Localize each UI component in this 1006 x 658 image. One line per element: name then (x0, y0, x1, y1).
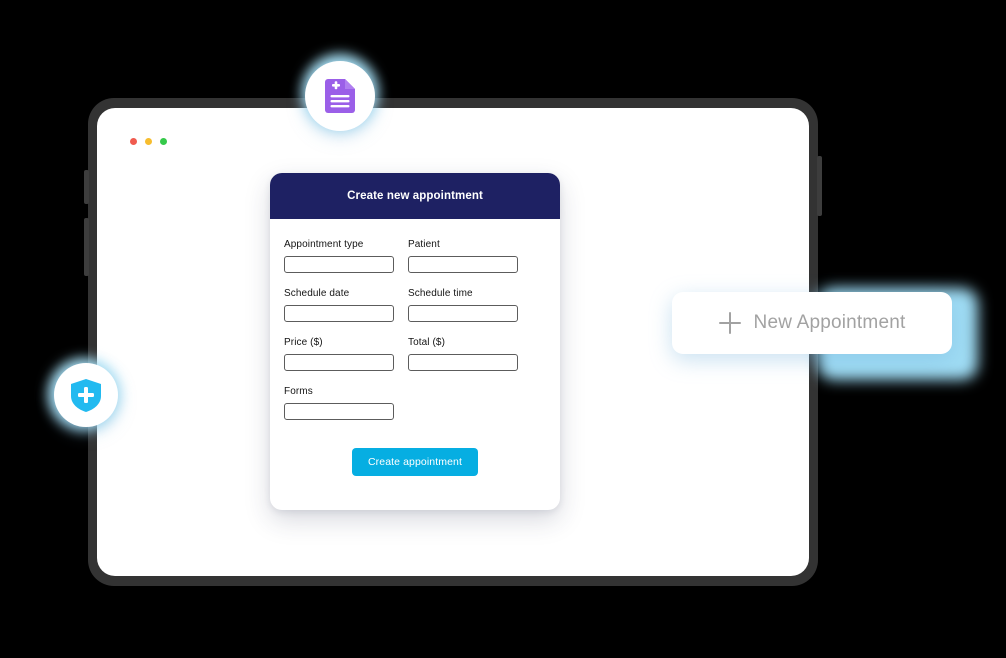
device-volume-down-button[interactable] (84, 218, 89, 276)
medical-document-badge (305, 61, 375, 131)
form-card-header: Create new appointment (270, 173, 560, 219)
form-submit-row: Create appointment (284, 448, 546, 476)
schedule-time-input[interactable] (408, 305, 518, 322)
total-input[interactable] (408, 354, 518, 371)
form-row: Appointment type Patient (284, 239, 546, 273)
new-appointment-label: New Appointment (753, 312, 906, 333)
appointment-type-input[interactable] (284, 256, 394, 273)
form-row: Price ($) Total ($) (284, 337, 546, 371)
medical-shield-badge (54, 363, 118, 427)
form-card-body: Appointment type Patient Schedule date S… (270, 219, 560, 510)
field-label-schedule-time: Schedule time (408, 288, 473, 299)
window-controls (130, 138, 167, 145)
field-label-schedule-date: Schedule date (284, 288, 350, 299)
field-label-patient: Patient (408, 239, 440, 250)
window-maximize-button[interactable] (160, 138, 167, 145)
create-appointment-button[interactable]: Create appointment (351, 448, 479, 476)
form-row: Schedule date Schedule time (284, 288, 546, 322)
field-label-price: Price ($) (284, 337, 323, 348)
device-volume-up-button[interactable] (84, 170, 89, 204)
field-label-appointment-type: Appointment type (284, 239, 364, 250)
field-price: Price ($) (284, 337, 394, 371)
price-input[interactable] (284, 354, 394, 371)
create-appointment-form-card: Create new appointment Appointment type … (270, 173, 560, 510)
field-patient: Patient (408, 239, 518, 273)
patient-input[interactable] (408, 256, 518, 273)
medical-shield-icon (71, 378, 101, 412)
field-label-total: Total ($) (408, 337, 446, 348)
form-card-title: Create new appointment (347, 190, 483, 202)
field-schedule-date: Schedule date (284, 288, 394, 322)
field-label-forms: Forms (284, 386, 313, 397)
plus-icon (718, 312, 741, 334)
field-total: Total ($) (408, 337, 518, 371)
form-row: Forms (284, 386, 546, 420)
field-appointment-type: Appointment type (284, 239, 394, 273)
field-forms: Forms (284, 386, 394, 420)
field-schedule-time: Schedule time (408, 288, 518, 322)
device-power-button[interactable] (817, 156, 822, 216)
window-minimize-button[interactable] (145, 138, 152, 145)
forms-input[interactable] (284, 403, 394, 420)
new-appointment-button[interactable]: New Appointment (672, 292, 952, 354)
window-close-button[interactable] (130, 138, 137, 145)
medical-document-icon (325, 79, 355, 113)
schedule-date-input[interactable] (284, 305, 394, 322)
